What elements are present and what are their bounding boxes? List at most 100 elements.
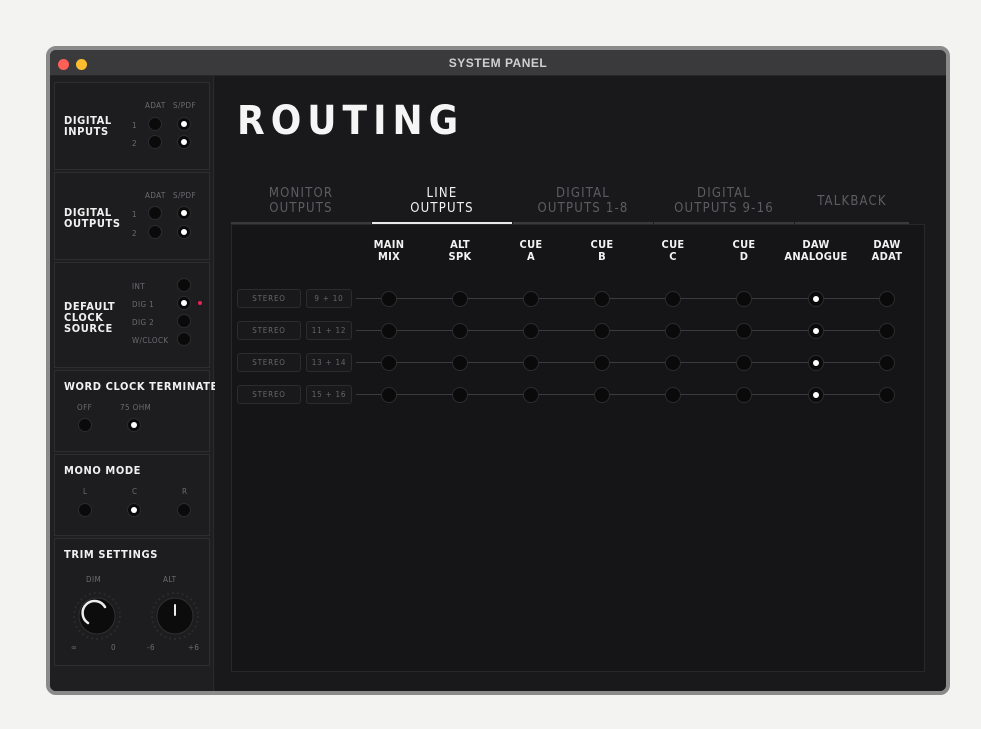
route-toggle-cue-c[interactable] xyxy=(665,323,681,339)
row-1-label: 1 xyxy=(132,121,137,130)
alt-max-label: +6 xyxy=(188,643,200,652)
mono-mode-section: MONO MODE L C R xyxy=(54,454,210,536)
routing-main: ROUTING MONITOR OUTPUTS LINE OUTPUTS DIG… xyxy=(215,76,946,691)
tab-label-line1: DIGITAL xyxy=(696,186,751,201)
dim-knob-graphic xyxy=(73,592,121,640)
clock-int-radio[interactable] xyxy=(177,278,191,292)
row-2-label: 2 xyxy=(132,139,137,148)
digital-input-2-spdif-radio[interactable] xyxy=(177,135,191,149)
route-toggle-daw-analogue[interactable] xyxy=(808,387,824,403)
clock-option-wclock-label: W/CLOCK xyxy=(132,336,169,345)
route-toggle-main-mix[interactable] xyxy=(381,291,397,307)
mono-c-radio[interactable] xyxy=(127,503,141,517)
route-toggle-cue-d[interactable] xyxy=(736,323,752,339)
route-toggle-cue-a[interactable] xyxy=(523,291,539,307)
route-toggle-cue-b[interactable] xyxy=(594,355,610,371)
column-header-cue-d: CUE D xyxy=(732,238,756,263)
channel-pair-label: 15 + 16 xyxy=(306,385,352,404)
route-toggle-main-mix[interactable] xyxy=(381,355,397,371)
stereo-mode-button[interactable]: STEREO xyxy=(237,385,301,404)
route-toggle-cue-a[interactable] xyxy=(523,355,539,371)
route-toggle-daw-analogue[interactable] xyxy=(808,291,824,307)
tab-digital-outputs-9-16[interactable]: DIGITAL OUTPUTS 9-16 xyxy=(654,182,794,224)
route-toggle-main-mix[interactable] xyxy=(381,387,397,403)
sidebar: DIGITAL INPUTS ADAT S/PDF 1 2 DIGITAL OU… xyxy=(50,76,217,691)
route-toggle-cue-d[interactable] xyxy=(736,387,752,403)
stereo-mode-button[interactable]: STEREO xyxy=(237,321,301,340)
title-bar[interactable]: SYSTEM PANEL xyxy=(50,50,946,76)
tab-label-line1: DIGITAL xyxy=(555,186,610,201)
clock-lock-indicator xyxy=(198,301,202,305)
digital-input-1-spdif-radio[interactable] xyxy=(177,117,191,131)
tab-digital-outputs-1-8[interactable]: DIGITAL OUTPUTS 1-8 xyxy=(513,182,653,224)
route-toggle-alt-spk[interactable] xyxy=(452,355,468,371)
digital-input-1-adat-radio[interactable] xyxy=(148,117,162,131)
route-toggle-daw-adat[interactable] xyxy=(879,323,895,339)
mono-l-radio[interactable] xyxy=(78,503,92,517)
dim-knob-label: DIM xyxy=(86,575,102,584)
column-header-daw-analogue: DAW ANALOGUE xyxy=(784,238,848,263)
clock-dig2-radio[interactable] xyxy=(177,314,191,328)
clock-option-dig2-label: DIG 2 xyxy=(132,318,155,327)
routing-matrix: MAIN MIX ALT SPK CUE A CUE B CUE C CUE D DAW AN… xyxy=(231,224,925,672)
clock-source-title: DEFAULT CLOCK SOURCE xyxy=(64,300,116,335)
dim-max-label: 0 xyxy=(111,643,116,652)
word-clock-off-radio[interactable] xyxy=(78,418,92,432)
route-toggle-cue-c[interactable] xyxy=(665,387,681,403)
route-toggle-cue-d[interactable] xyxy=(736,291,752,307)
route-toggle-cue-c[interactable] xyxy=(665,291,681,307)
digital-output-2-adat-radio[interactable] xyxy=(148,225,162,239)
word-clock-75ohm-label: 75 OHM xyxy=(120,403,152,412)
stereo-mode-button[interactable]: STEREO xyxy=(237,353,301,372)
route-toggle-daw-analogue[interactable] xyxy=(808,323,824,339)
digital-output-2-spdif-radio[interactable] xyxy=(177,225,191,239)
route-toggle-daw-adat[interactable] xyxy=(879,355,895,371)
system-panel-window: SYSTEM PANEL DIGITAL INPUTS ADAT S/PDF 1… xyxy=(46,46,950,695)
spdif-column-label: S/PDF xyxy=(173,101,197,110)
digital-input-2-adat-radio[interactable] xyxy=(148,135,162,149)
route-toggle-alt-spk[interactable] xyxy=(452,291,468,307)
digital-output-1-spdif-radio[interactable] xyxy=(177,206,191,220)
clock-option-int-label: INT xyxy=(132,282,146,291)
route-toggle-alt-spk[interactable] xyxy=(452,387,468,403)
word-clock-75ohm-radio[interactable] xyxy=(127,418,141,432)
tab-talkback[interactable]: TALKBACK xyxy=(795,182,909,224)
route-toggle-cue-a[interactable] xyxy=(523,387,539,403)
stereo-mode-button[interactable]: STEREO xyxy=(237,289,301,308)
word-clock-section: WORD CLOCK TERMINATE OFF 75 OHM xyxy=(54,370,217,452)
route-toggle-daw-analogue[interactable] xyxy=(808,355,824,371)
tab-monitor-outputs[interactable]: MONITOR OUTPUTS xyxy=(231,182,371,224)
tab-line-outputs[interactable]: LINE OUTPUTS xyxy=(372,182,512,224)
clock-wclock-radio[interactable] xyxy=(177,332,191,346)
route-toggle-alt-spk[interactable] xyxy=(452,323,468,339)
digital-outputs-title: DIGITAL OUTPUTS xyxy=(64,206,121,230)
mono-r-radio[interactable] xyxy=(177,503,191,517)
alt-knob[interactable] xyxy=(150,591,200,641)
tab-label-line1: LINE xyxy=(426,186,458,201)
routing-row: STEREO 15 + 16 xyxy=(232,385,926,405)
route-toggle-cue-a[interactable] xyxy=(523,323,539,339)
route-toggle-daw-adat[interactable] xyxy=(879,387,895,403)
route-toggle-cue-c[interactable] xyxy=(665,355,681,371)
tab-label-line2: OUTPUTS xyxy=(269,201,333,216)
tab-label-line2: OUTPUTS 1-8 xyxy=(537,201,629,216)
mono-mode-title: MONO MODE xyxy=(64,464,142,477)
column-header-cue-c: CUE C xyxy=(661,238,685,263)
trim-settings-title: TRIM SETTINGS xyxy=(64,548,159,561)
route-toggle-cue-b[interactable] xyxy=(594,291,610,307)
channel-pair-label: 13 + 14 xyxy=(306,353,352,372)
route-toggle-main-mix[interactable] xyxy=(381,323,397,339)
alt-min-label: -6 xyxy=(147,643,155,652)
column-header-daw-adat: DAW ADAT xyxy=(871,238,903,263)
route-toggle-daw-adat[interactable] xyxy=(879,291,895,307)
column-header-cue-b: CUE B xyxy=(590,238,614,263)
digital-inputs-section: DIGITAL INPUTS ADAT S/PDF 1 2 xyxy=(54,82,210,170)
route-toggle-cue-d[interactable] xyxy=(736,355,752,371)
clock-dig1-radio[interactable] xyxy=(177,296,191,310)
routing-row: STEREO 11 + 12 xyxy=(232,321,926,341)
spdif-column-label: S/PDF xyxy=(173,191,197,200)
dim-knob[interactable] xyxy=(72,591,122,641)
route-toggle-cue-b[interactable] xyxy=(594,387,610,403)
digital-output-1-adat-radio[interactable] xyxy=(148,206,162,220)
route-toggle-cue-b[interactable] xyxy=(594,323,610,339)
